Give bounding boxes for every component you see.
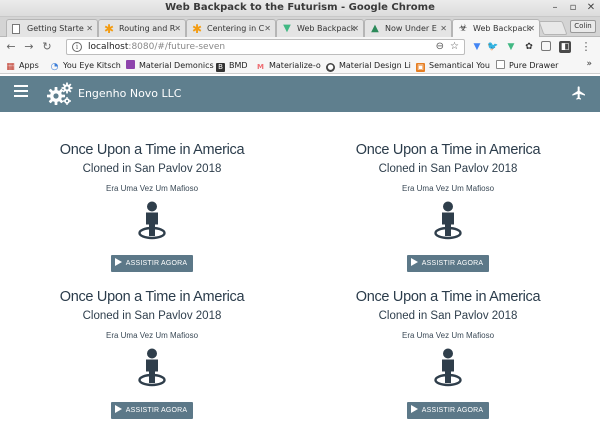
forward-icon[interactable]: →	[22, 40, 36, 54]
play-icon	[114, 258, 122, 266]
doc-icon	[12, 24, 20, 34]
movie-title: Once Upon a Time in America	[355, 289, 541, 305]
chrome-menu-icon[interactable]: ⋮	[580, 41, 592, 53]
tab-strip: Getting Starte ✕ ✱ Routing and R ✕ ✱ Cen…	[0, 17, 600, 38]
vue-icon: ▼	[283, 23, 291, 34]
play-icon	[410, 405, 418, 413]
bookmarks-overflow-icon[interactable]: »	[586, 59, 592, 69]
title-bar: Web Backpack to the Futurism - Google Ch…	[0, 0, 600, 17]
url-text[interactable]: localhost:8080/#/future-seven	[88, 42, 225, 52]
bookmark-material-design-lite[interactable]: ● Material Design Li	[326, 59, 411, 72]
apps-grid-icon: ▦	[6, 62, 15, 72]
bookmark-material-demonics[interactable]: Material Demonics	[126, 59, 214, 72]
bookmark-pure-drawer[interactable]: Pure Drawer	[496, 59, 558, 72]
watch-now-button[interactable]: ASSISTIR AGORA	[110, 402, 194, 419]
person-pin-icon	[434, 348, 462, 387]
tab-web-backpack-active[interactable]: ☣ Web Backpack ✕	[452, 19, 540, 38]
m-icon: M	[257, 63, 264, 71]
bookmark-apps[interactable]: ▦ Apps	[6, 59, 39, 72]
close-tab-icon[interactable]: ✕	[352, 20, 359, 37]
movie-title: Once Upon a Time in America	[355, 142, 541, 158]
close-tab-icon[interactable]: ✕	[440, 20, 447, 37]
new-tab-button[interactable]	[538, 21, 568, 35]
bookmarks-bar: ▦ Apps ◔ You Eye Kitsch Material Demonics …	[0, 57, 600, 74]
person-pin-icon	[138, 201, 166, 240]
asterisk-icon: ✱	[104, 22, 115, 36]
bookmark-you-eye-kitsch[interactable]: ◔ You Eye Kitsch	[50, 59, 121, 72]
bookmark-materialize[interactable]: M Materialize-o	[256, 59, 321, 72]
movie-description: Era Uma Vez Um Mafioso	[105, 184, 199, 193]
address-bar[interactable]: i localhost:8080/#/future-seven ⊖ ☆	[66, 39, 465, 55]
info-icon[interactable]: i	[72, 42, 82, 52]
play-icon	[410, 258, 418, 266]
extension-dark-icon[interactable]: ◧	[559, 41, 571, 53]
github-icon: ●	[326, 63, 335, 72]
movie-subtitle: Cloned in San Pavlov 2018	[378, 310, 518, 322]
brand-name[interactable]: Engenho Novo LLC	[78, 87, 181, 100]
tab-routing[interactable]: ✱ Routing and R ✕	[98, 19, 186, 37]
tab-now-under[interactable]: ▲ Now Under E ✕	[364, 19, 452, 37]
vue-extension-icon[interactable]: ▼	[505, 41, 517, 53]
gears-logo-icon	[47, 82, 73, 105]
hamburger-menu-icon[interactable]	[14, 85, 28, 99]
movie-subtitle: Cloned in San Pavlov 2018	[82, 163, 222, 175]
person-pin-icon	[434, 201, 462, 240]
biohazard-icon: ☣	[458, 23, 468, 34]
movie-card: Once Upon a Time in America Cloned in Sa…	[318, 289, 578, 419]
movie-card: Once Upon a Time in America Cloned in Sa…	[318, 142, 578, 272]
movie-description: Era Uma Vez Um Mafioso	[401, 184, 495, 193]
close-tab-icon[interactable]: ✕	[174, 20, 181, 37]
extension-box-icon[interactable]	[541, 41, 551, 51]
twitter-extension-icon[interactable]: 🐦	[487, 41, 499, 53]
tab-centering[interactable]: ✱ Centering in C ✕	[186, 19, 276, 37]
person-pin-icon	[138, 348, 166, 387]
extension-vue-devtools-icon[interactable]: ▼	[471, 41, 483, 53]
watch-now-button[interactable]: ASSISTIR AGORA	[406, 402, 490, 419]
watch-now-button[interactable]: ASSISTIR AGORA	[406, 255, 490, 272]
tab-getting-started[interactable]: Getting Starte ✕	[6, 19, 98, 37]
movie-card: Once Upon a Time in America Cloned in Sa…	[22, 289, 282, 419]
b-icon: B	[216, 63, 225, 72]
close-tab-icon[interactable]: ✕	[86, 20, 93, 37]
movie-subtitle: Cloned in San Pavlov 2018	[82, 310, 222, 322]
browser-toolbar: ← → ↻ i localhost:8080/#/future-seven ⊖ …	[0, 37, 600, 57]
close-window-icon[interactable]: ✕	[585, 2, 597, 14]
movie-subtitle: Cloned in San Pavlov 2018	[378, 163, 518, 175]
circle-icon: ◔	[50, 62, 59, 72]
close-tab-icon[interactable]: ✕	[528, 20, 535, 37]
movie-description: Era Uma Vez Um Mafioso	[105, 331, 199, 340]
material-icon	[126, 60, 135, 69]
bookmark-semantical-you[interactable]: ▣ Semantical You	[416, 59, 490, 72]
maximize-icon[interactable]: ▫	[567, 2, 579, 14]
back-icon[interactable]: ←	[4, 40, 18, 54]
watch-now-button[interactable]: ASSISTIR AGORA	[110, 255, 194, 272]
movie-card: Once Upon a Time in America Cloned in Sa…	[22, 142, 282, 272]
movie-title: Once Upon a Time in America	[59, 289, 245, 305]
play-icon	[114, 405, 122, 413]
window-title: Web Backpack to the Futurism - Google Ch…	[165, 2, 435, 13]
bookmark-star-icon[interactable]: ☆	[450, 41, 459, 52]
reload-icon[interactable]: ↻	[40, 40, 54, 54]
profile-button[interactable]: Colin	[570, 20, 596, 33]
semantic-icon: ▣	[416, 63, 425, 72]
main-content: Once Upon a Time in America Cloned in Sa…	[0, 112, 600, 448]
mountain-icon: ▲	[371, 23, 379, 34]
browser-window: Web Backpack to the Futurism - Google Ch…	[0, 0, 600, 448]
tab-web-backpack-1[interactable]: ▼ Web Backpack ✕	[276, 19, 364, 37]
app-bar: Engenho Novo LLC	[0, 76, 600, 112]
close-tab-icon[interactable]: ✕	[264, 20, 271, 37]
minimize-icon[interactable]: –	[549, 2, 561, 14]
movie-title: Once Upon a Time in America	[59, 142, 245, 158]
zoom-icon[interactable]: ⊖	[436, 41, 444, 52]
extension-puzzle-icon[interactable]: ✿	[523, 41, 535, 53]
bookmark-bmd[interactable]: B BMD	[216, 59, 248, 72]
asterisk-icon: ✱	[192, 22, 203, 36]
page-icon	[496, 60, 505, 69]
movie-description: Era Uma Vez Um Mafioso	[401, 331, 495, 340]
airplane-icon[interactable]	[571, 85, 587, 101]
